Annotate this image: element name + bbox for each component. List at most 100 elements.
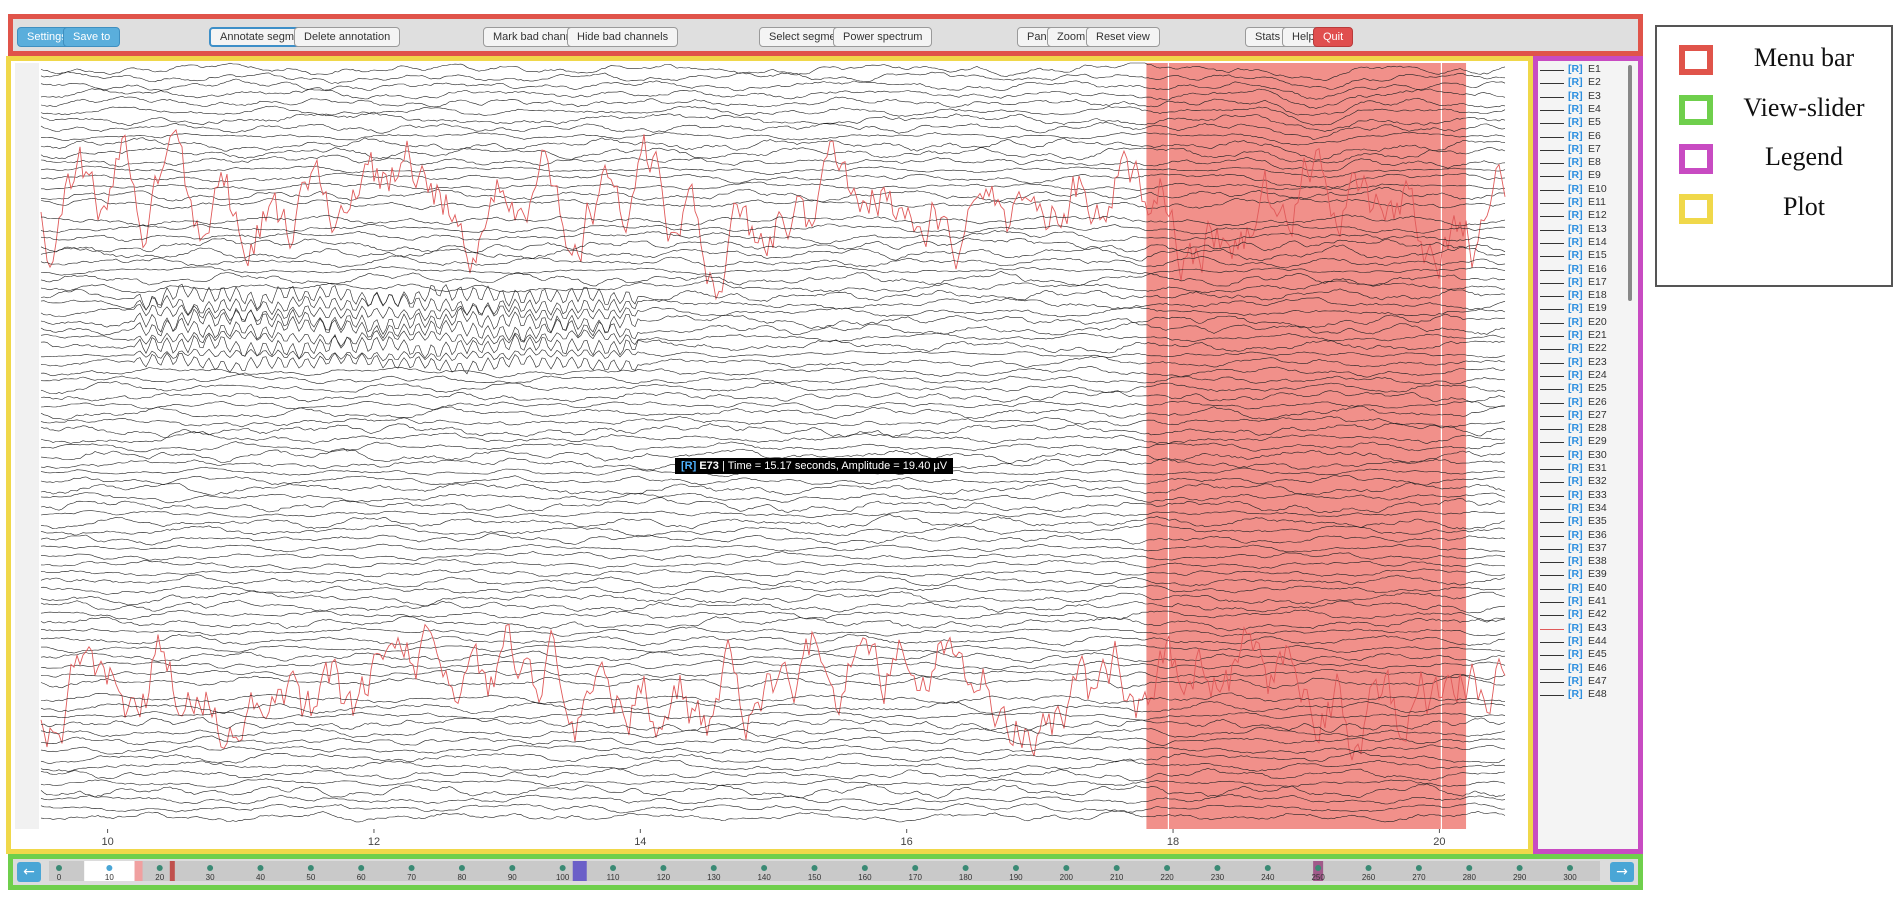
legend-prefix: [R] (1568, 515, 1583, 528)
channel-legend: [R] E1 [R] E2 [R] E3 [R] E4 [R] E5 [R] E6 [R] E7 [R] E8… (1533, 56, 1643, 854)
legend-line-swatch (1540, 668, 1564, 670)
quit-button[interactable]: Quit (1313, 27, 1354, 47)
slider-tick-label: 120 (657, 873, 671, 882)
legend-line-swatch (1540, 429, 1564, 431)
slider-tick-dot[interactable] (962, 865, 969, 871)
slider-tick-label: 200 (1060, 873, 1074, 882)
slider-tick-dot[interactable] (1063, 865, 1070, 871)
slider-tick-dot[interactable] (1365, 865, 1372, 871)
slider-track[interactable]: 0 10 20 30 40 50 60 70 80 90 100 110 120 130 140 150 160… (49, 859, 1600, 885)
slider-tick-label: 60 (357, 873, 366, 882)
key-swatch-view-slider (1679, 95, 1713, 125)
slider-tick-dot[interactable] (1516, 865, 1523, 871)
legend-scrollbar[interactable] (1628, 65, 1632, 301)
slider-tick-dot[interactable] (307, 865, 314, 871)
legend-channel-name: E29 (1588, 435, 1607, 448)
legend-line-swatch (1540, 349, 1564, 351)
legend-channel-name: E10 (1588, 182, 1607, 195)
delete-annotation-button[interactable]: Delete annotation (294, 27, 401, 47)
legend-line-swatch (1540, 282, 1564, 284)
legend-channel-name: E35 (1588, 515, 1607, 528)
slider-tick-dot[interactable] (257, 865, 264, 871)
slider-svg[interactable]: 0 10 20 30 40 50 60 70 80 90 100 110 120 130 140 150 160… (49, 859, 1600, 885)
slider-tick-dot[interactable] (1264, 865, 1271, 871)
legend-channel-name: E40 (1588, 581, 1607, 594)
legend-line-swatch (1540, 203, 1564, 204)
save-to-button[interactable]: Save to (63, 27, 121, 47)
x-tick-label: 18 (1167, 836, 1179, 848)
legend-prefix: [R] (1568, 329, 1583, 341)
legend-prefix: [R] (1568, 568, 1583, 581)
legend-prefix: [R] (1568, 581, 1583, 594)
legend-prefix: [R] (1568, 661, 1583, 674)
legend-prefix: [R] (1568, 249, 1583, 262)
slider-tick-dot[interactable] (156, 865, 163, 871)
eeg-traces-canvas[interactable]: 10 12 14 16 18 20 (11, 61, 1528, 849)
legend-line-swatch (1540, 269, 1564, 271)
legend-prefix: [R] (1568, 422, 1583, 435)
menu-bar: Settings Save to Annotate segment Delete… (8, 14, 1643, 56)
slider-annotation-marker (572, 861, 587, 881)
key-item-plot: Plot (1679, 190, 1889, 230)
legend-prefix: [R] (1568, 462, 1583, 474)
slider-tick-dot[interactable] (458, 865, 465, 871)
slider-tick-dot[interactable] (1164, 865, 1171, 871)
legend-channel-name: E41 (1588, 595, 1607, 607)
reset-view-button[interactable]: Reset view (1086, 27, 1160, 47)
tooltip-channel: E73 (699, 460, 719, 472)
slider-tick-dot[interactable] (106, 865, 113, 871)
slider-tick-dot[interactable] (509, 865, 516, 871)
slider-tick-label: 250 (1311, 873, 1325, 882)
legend-prefix: [R] (1568, 501, 1583, 514)
slider-tick-label: 240 (1261, 873, 1275, 882)
slider-tick-dot[interactable] (207, 865, 214, 871)
legend-prefix: [R] (1568, 368, 1583, 381)
slider-left-arrow-icon[interactable]: ← (17, 862, 41, 882)
slider-tick-dot[interactable] (610, 865, 617, 871)
legend-line-swatch (1540, 216, 1564, 218)
slider-tick-label: 80 (457, 873, 466, 882)
power-spectrum-button[interactable]: Power spectrum (833, 27, 933, 47)
slider-tick-dot[interactable] (1113, 865, 1120, 871)
slider-tick-label: 30 (206, 873, 215, 882)
slider-window-handle[interactable] (134, 861, 143, 881)
slider-right-arrow-icon[interactable]: → (1610, 862, 1634, 882)
slider-tick-label: 220 (1160, 873, 1174, 882)
legend-channel-name: E48 (1588, 688, 1607, 701)
legend-line-swatch (1540, 96, 1564, 98)
slider-tick-dot[interactable] (56, 865, 62, 871)
eeg-plot[interactable]: 10 12 14 16 18 20 [R] E73 | Time = 15.17 seco… (6, 56, 1533, 854)
key-item-legend: Legend (1679, 140, 1889, 180)
hide-bad-channels-button[interactable]: Hide bad channels (567, 27, 679, 47)
slider-tick-dot[interactable] (761, 865, 768, 871)
slider-tick-dot[interactable] (912, 865, 919, 871)
legend-channel-name: E8 (1588, 156, 1601, 169)
slider-tick-label: 150 (808, 873, 822, 882)
legend-channel-name: E28 (1588, 422, 1607, 435)
tooltip-badge: [R] (681, 460, 697, 472)
slider-tick-dot[interactable] (1415, 865, 1422, 871)
legend-channel-name: E6 (1588, 129, 1601, 142)
legend-item[interactable]: [R] E48 (1538, 687, 1638, 703)
legend-channel-name: E1 (1588, 63, 1601, 75)
slider-tick-dot[interactable] (1466, 865, 1473, 871)
legend-prefix: [R] (1568, 395, 1583, 408)
legend-channel-name: E9 (1588, 169, 1601, 182)
slider-tick-dot[interactable] (1567, 865, 1573, 871)
view-slider[interactable]: ← 0 10 20 30 40 50 60 70 80 90 100 110 120 130 140 150 1… (8, 854, 1643, 890)
slider-tick-dot[interactable] (710, 865, 717, 871)
slider-tick-label: 100 (556, 873, 570, 882)
slider-tick-dot[interactable] (1012, 865, 1019, 871)
slider-tick-label: 190 (1009, 873, 1023, 882)
legend-prefix: [R] (1568, 475, 1583, 488)
slider-tick-dot[interactable] (811, 865, 818, 871)
slider-tick-label: 50 (306, 873, 315, 882)
legend-prefix: [R] (1568, 289, 1583, 302)
slider-tick-dot[interactable] (660, 865, 667, 871)
slider-tick-dot[interactable] (1315, 865, 1322, 871)
slider-tick-dot[interactable] (1214, 865, 1221, 871)
slider-tick-dot[interactable] (358, 865, 365, 871)
slider-tick-dot[interactable] (408, 865, 415, 871)
slider-tick-dot[interactable] (861, 865, 868, 871)
slider-tick-dot[interactable] (559, 865, 566, 871)
